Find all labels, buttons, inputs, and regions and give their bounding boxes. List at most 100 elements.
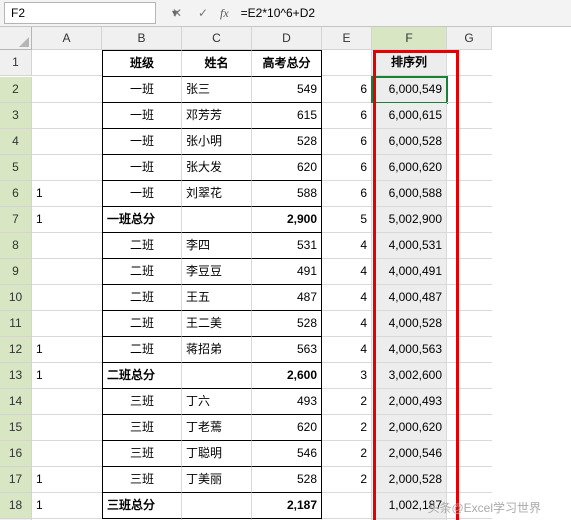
cell-18-B[interactable]: 三班总分 — [102, 493, 182, 519]
cell-7-B[interactable]: 一班总分 — [102, 207, 182, 233]
col-header-D[interactable]: D — [252, 27, 322, 50]
row-header-2[interactable]: 2 — [0, 77, 32, 103]
cell-8-F[interactable]: 4,000,531 — [372, 233, 447, 259]
cell-15-D[interactable]: 620 — [252, 415, 322, 441]
cell-10-A[interactable] — [32, 285, 102, 311]
cell-15-C[interactable]: 丁老蔫 — [182, 415, 252, 441]
cell-14-E[interactable]: 2 — [322, 389, 372, 415]
cell-2-D[interactable]: 549 — [252, 77, 322, 103]
cell-3-F[interactable]: 6,000,615 — [372, 103, 447, 129]
cell-2-B[interactable]: 一班 — [102, 77, 182, 103]
confirm-icon[interactable]: ✓ — [194, 6, 212, 20]
cell-1-F[interactable]: 排序列 — [372, 50, 447, 76]
cell-5-E[interactable]: 6 — [322, 155, 372, 181]
cell-18-G[interactable] — [447, 493, 492, 519]
cell-15-F[interactable]: 2,000,620 — [372, 415, 447, 441]
cell-4-E[interactable]: 6 — [322, 129, 372, 155]
spreadsheet-grid[interactable]: ABCDEFG1班级姓名高考总分排序列2一班张三54966,000,5493一班… — [0, 27, 571, 520]
cell-2-G[interactable] — [447, 77, 492, 103]
cell-10-F[interactable]: 4,000,487 — [372, 285, 447, 311]
name-box[interactable]: ▾ — [4, 2, 156, 24]
row-header-9[interactable]: 9 — [0, 259, 32, 285]
cell-1-C[interactable]: 姓名 — [182, 50, 252, 77]
cell-1-E[interactable] — [322, 50, 372, 76]
cell-16-E[interactable]: 2 — [322, 441, 372, 467]
cell-7-G[interactable] — [447, 207, 492, 233]
row-header-12[interactable]: 12 — [0, 337, 32, 363]
row-header-13[interactable]: 13 — [0, 363, 32, 389]
row-header-5[interactable]: 5 — [0, 155, 32, 181]
cell-16-C[interactable]: 丁聪明 — [182, 441, 252, 467]
cell-8-C[interactable]: 李四 — [182, 233, 252, 259]
cell-13-B[interactable]: 二班总分 — [102, 363, 182, 389]
cell-11-G[interactable] — [447, 311, 492, 337]
cell-5-C[interactable]: 张大发 — [182, 155, 252, 181]
cell-3-E[interactable]: 6 — [322, 103, 372, 129]
cell-5-D[interactable]: 620 — [252, 155, 322, 181]
cell-4-D[interactable]: 528 — [252, 129, 322, 155]
cell-12-D[interactable]: 563 — [252, 337, 322, 363]
cell-2-F[interactable]: 6,000,549 — [372, 77, 447, 103]
col-header-A[interactable]: A — [32, 27, 102, 50]
cell-8-E[interactable]: 4 — [322, 233, 372, 259]
cell-1-D[interactable]: 高考总分 — [252, 50, 322, 77]
cell-3-B[interactable]: 一班 — [102, 103, 182, 129]
cell-7-E[interactable]: 5 — [322, 207, 372, 233]
cell-7-F[interactable]: 5,002,900 — [372, 207, 447, 233]
row-header-7[interactable]: 7 — [0, 207, 32, 233]
select-all-corner[interactable] — [0, 27, 32, 50]
cell-14-G[interactable] — [447, 389, 492, 415]
cell-6-D[interactable]: 588 — [252, 181, 322, 207]
row-header-3[interactable]: 3 — [0, 103, 32, 129]
cell-5-F[interactable]: 6,000,620 — [372, 155, 447, 181]
cell-11-F[interactable]: 4,000,528 — [372, 311, 447, 337]
cell-11-D[interactable]: 528 — [252, 311, 322, 337]
row-header-15[interactable]: 15 — [0, 415, 32, 441]
cell-13-G[interactable] — [447, 363, 492, 389]
cell-16-D[interactable]: 546 — [252, 441, 322, 467]
cell-12-E[interactable]: 4 — [322, 337, 372, 363]
cell-9-G[interactable] — [447, 259, 492, 285]
row-header-6[interactable]: 6 — [0, 181, 32, 207]
cell-7-C[interactable] — [182, 207, 252, 233]
cell-3-D[interactable]: 615 — [252, 103, 322, 129]
cell-11-C[interactable]: 王二美 — [182, 311, 252, 337]
cell-12-F[interactable]: 4,000,563 — [372, 337, 447, 363]
row-header-14[interactable]: 14 — [0, 389, 32, 415]
cell-4-A[interactable] — [32, 129, 102, 155]
cell-16-F[interactable]: 2,000,546 — [372, 441, 447, 467]
cell-12-C[interactable]: 蒋招弟 — [182, 337, 252, 363]
cell-9-E[interactable]: 4 — [322, 259, 372, 285]
cell-12-G[interactable] — [447, 337, 492, 363]
cell-6-G[interactable] — [447, 181, 492, 207]
cell-4-F[interactable]: 6,000,528 — [372, 129, 447, 155]
row-header-18[interactable]: 18 — [0, 493, 32, 519]
cancel-icon[interactable]: ✕ — [168, 6, 186, 20]
cell-3-G[interactable] — [447, 103, 492, 129]
cell-15-B[interactable]: 三班 — [102, 415, 182, 441]
col-header-F[interactable]: F — [372, 27, 447, 50]
cell-8-A[interactable] — [32, 233, 102, 259]
cell-16-A[interactable] — [32, 441, 102, 467]
cell-9-A[interactable] — [32, 259, 102, 285]
cell-14-A[interactable] — [32, 389, 102, 415]
cell-9-D[interactable]: 491 — [252, 259, 322, 285]
cell-6-A[interactable]: 1 — [32, 181, 102, 207]
cell-18-A[interactable]: 1 — [32, 493, 102, 519]
row-header-1[interactable]: 1 — [0, 50, 32, 76]
cell-15-G[interactable] — [447, 415, 492, 441]
cell-16-G[interactable] — [447, 441, 492, 467]
cell-4-G[interactable] — [447, 129, 492, 155]
cell-13-E[interactable]: 3 — [322, 363, 372, 389]
cell-18-C[interactable] — [182, 493, 252, 519]
cell-8-B[interactable]: 二班 — [102, 233, 182, 259]
cell-6-E[interactable]: 6 — [322, 181, 372, 207]
formula-input[interactable] — [239, 0, 571, 27]
cell-13-F[interactable]: 3,002,600 — [372, 363, 447, 389]
cell-1-G[interactable] — [447, 50, 492, 76]
cell-18-D[interactable]: 2,187 — [252, 493, 322, 519]
cell-6-C[interactable]: 刘翠花 — [182, 181, 252, 207]
cell-14-B[interactable]: 三班 — [102, 389, 182, 415]
col-header-B[interactable]: B — [102, 27, 182, 50]
col-header-C[interactable]: C — [182, 27, 252, 50]
